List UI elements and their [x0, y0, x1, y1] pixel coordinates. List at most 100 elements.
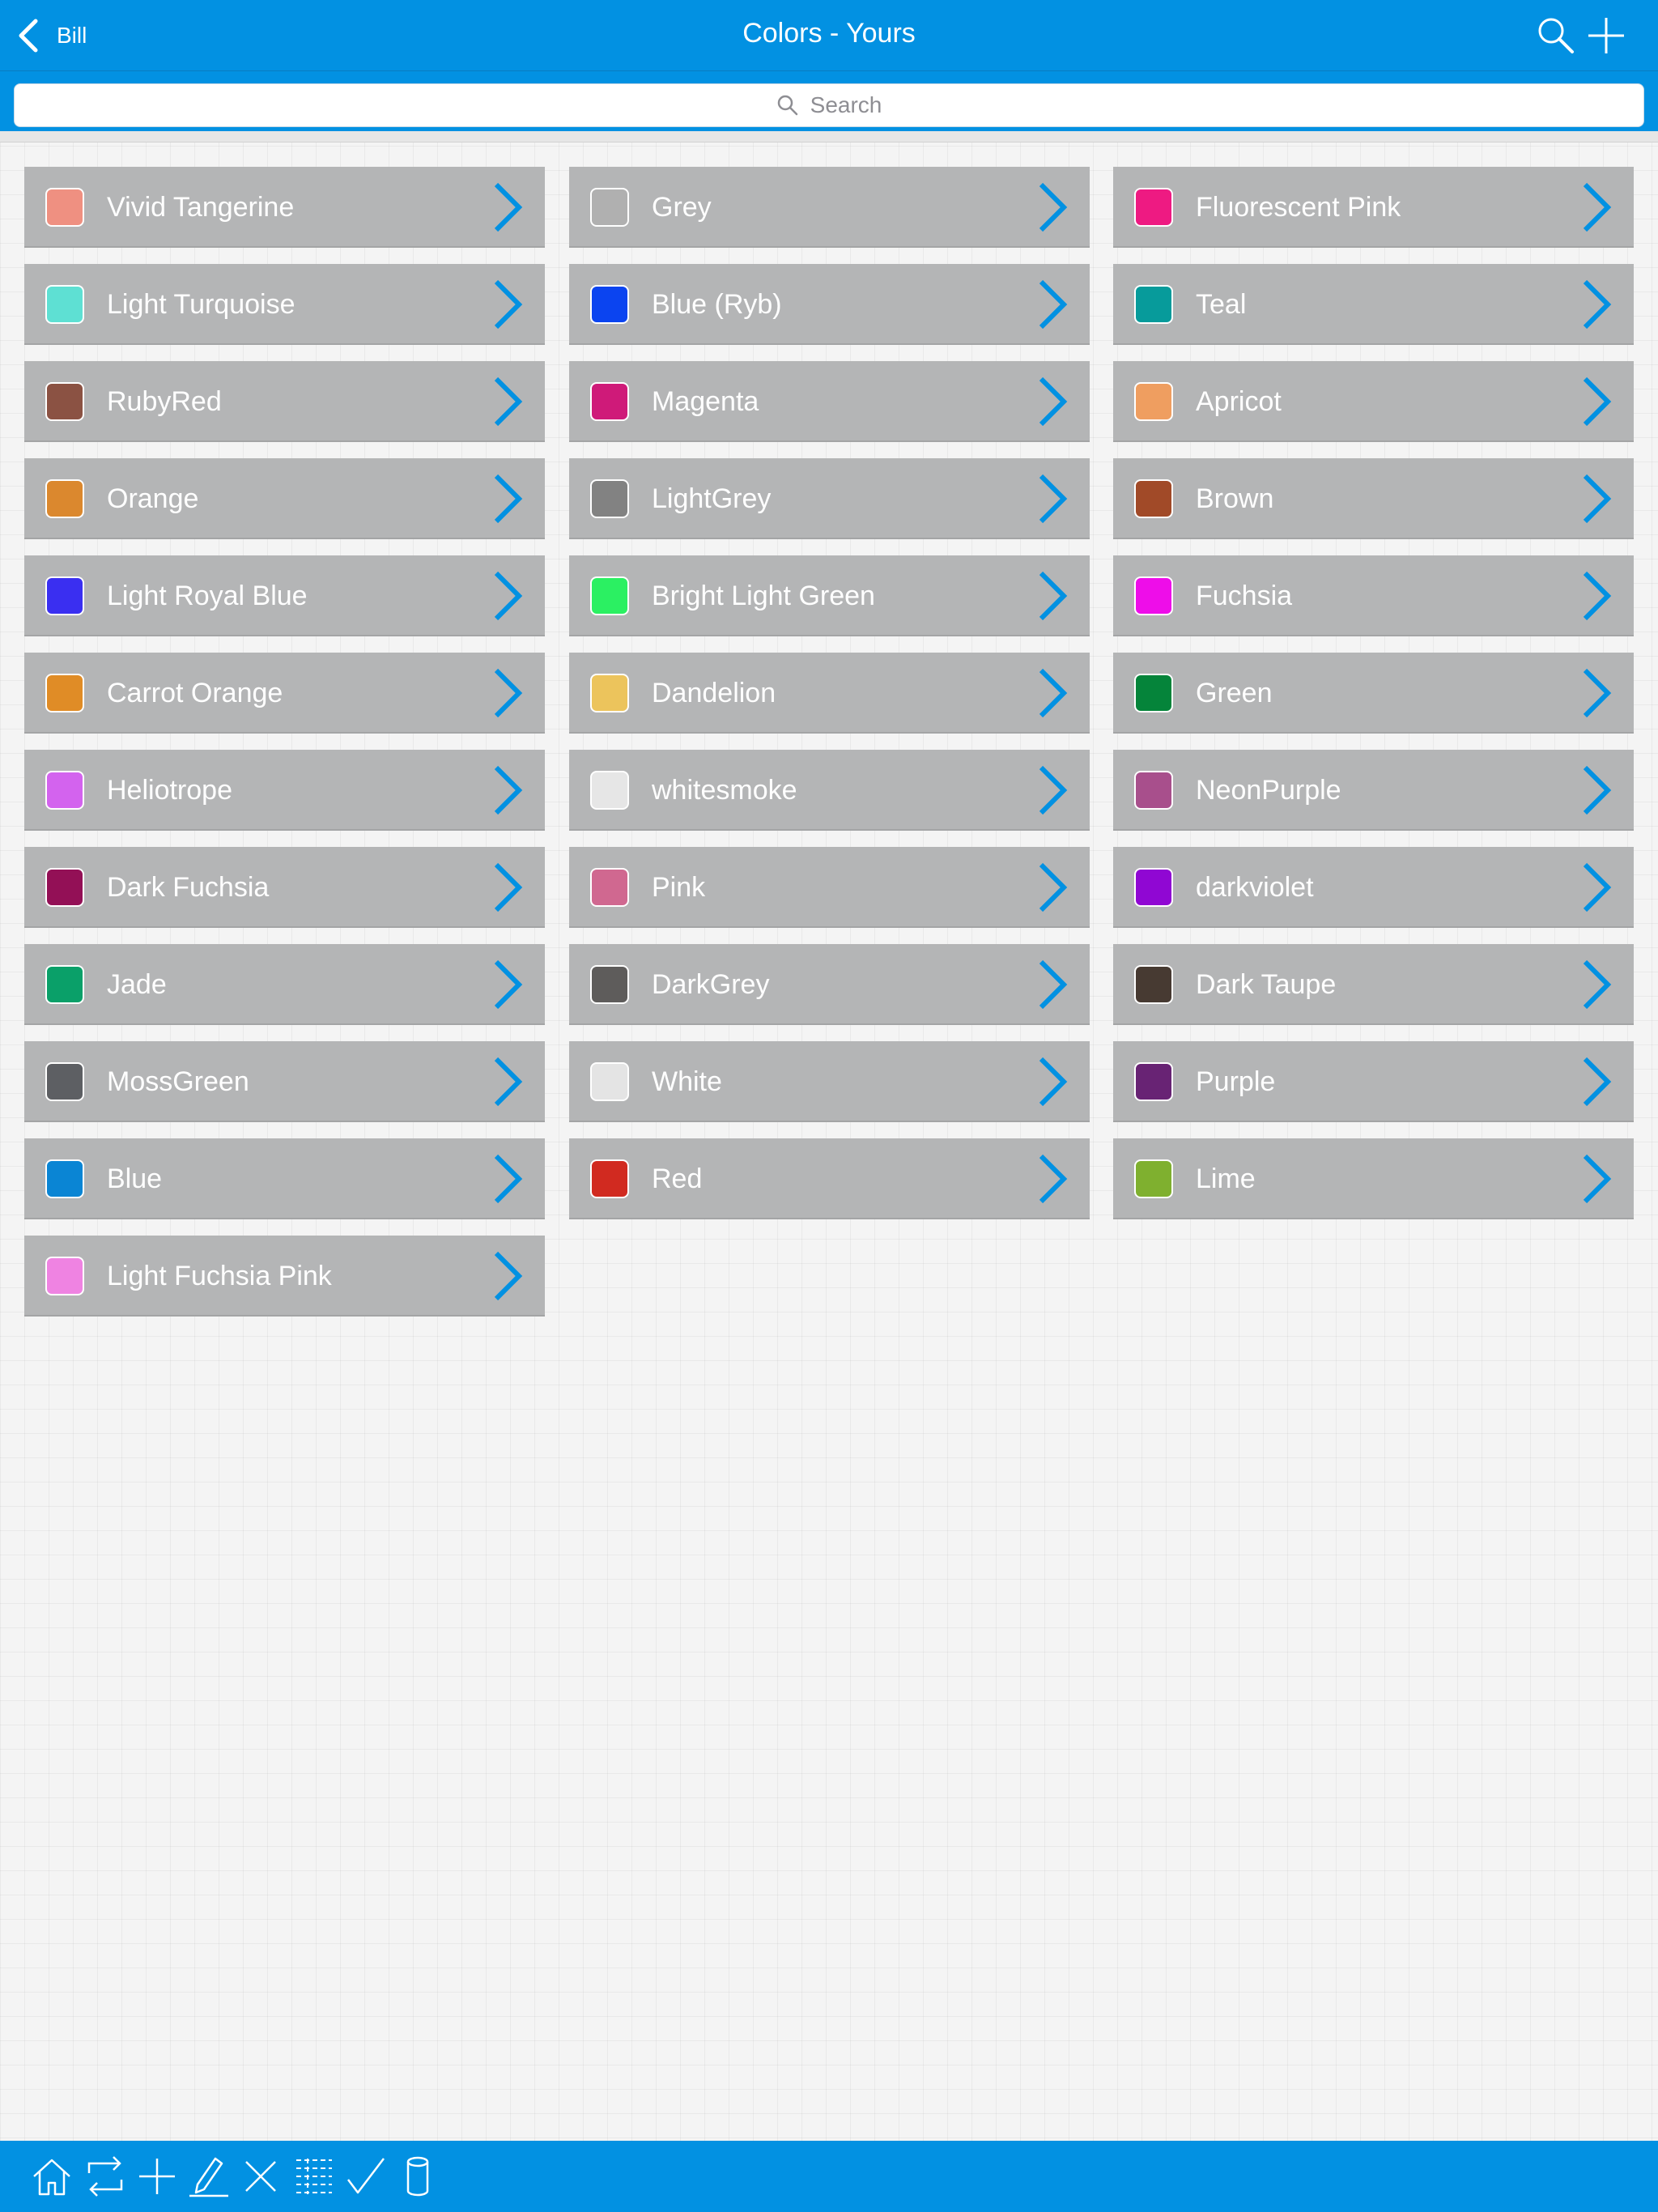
back-button[interactable]: Bill: [15, 13, 87, 58]
color-list-item[interactable]: Orange: [24, 458, 545, 539]
color-swatch: [1134, 1062, 1173, 1101]
color-name: Dark Taupe: [1196, 969, 1337, 1000]
chevron-right-icon: [494, 376, 523, 427]
color-swatch: [590, 576, 629, 615]
color-list-item[interactable]: Brown: [1113, 458, 1634, 539]
select-button[interactable]: [342, 2152, 390, 2201]
color-name: Light Royal Blue: [107, 581, 308, 611]
chevron-right-icon: [494, 862, 523, 912]
color-list-item[interactable]: Magenta: [569, 361, 1090, 442]
edit-button[interactable]: [185, 2152, 233, 2201]
color-swatch: [590, 188, 629, 227]
color-list-item[interactable]: Carrot Orange: [24, 653, 545, 734]
color-list-item[interactable]: Blue: [24, 1138, 545, 1219]
bottom-toolbar: [0, 2141, 1658, 2212]
chevron-right-icon: [1583, 1057, 1612, 1107]
color-swatch: [45, 771, 84, 810]
back-button-label: Bill: [57, 23, 87, 48]
chevron-right-icon: [1583, 474, 1612, 524]
chevron-right-icon: [494, 1251, 523, 1301]
chevron-right-icon: [1583, 279, 1612, 330]
color-swatch: [45, 1159, 84, 1198]
color-swatch: [1134, 868, 1173, 907]
color-list-item[interactable]: Jade: [24, 944, 545, 1025]
color-list-item[interactable]: darkviolet: [1113, 847, 1634, 928]
color-name: Light Turquoise: [107, 289, 295, 320]
color-list-item[interactable]: Apricot: [1113, 361, 1634, 442]
color-list-item[interactable]: Fuchsia: [1113, 555, 1634, 636]
color-list-item[interactable]: Green: [1113, 653, 1634, 734]
color-swatch: [1134, 771, 1173, 810]
color-name: Dark Fuchsia: [107, 872, 270, 903]
home-icon: [33, 2159, 70, 2196]
search-button[interactable]: [1533, 13, 1579, 58]
color-swatch: [1134, 576, 1173, 615]
color-list-item[interactable]: Bright Light Green: [569, 555, 1090, 636]
color-name: Red: [652, 1163, 703, 1194]
color-list-item[interactable]: Blue (Ryb): [569, 264, 1090, 345]
chevron-right-icon: [1039, 1057, 1068, 1107]
color-list-item[interactable]: whitesmoke: [569, 750, 1090, 831]
color-list-item[interactable]: MossGreen: [24, 1041, 545, 1122]
color-name: whitesmoke: [652, 775, 797, 806]
color-list-item[interactable]: Heliotrope: [24, 750, 545, 831]
sync-icon: [87, 2156, 123, 2197]
color-list-item[interactable]: Dark Taupe: [1113, 944, 1634, 1025]
color-list-item[interactable]: Light Fuchsia Pink: [24, 1236, 545, 1317]
color-name: Apricot: [1196, 386, 1282, 417]
search-bar-divider: [0, 131, 1658, 143]
chevron-right-icon: [1039, 1154, 1068, 1204]
database-icon: [406, 2156, 429, 2197]
chevron-right-icon: [494, 765, 523, 815]
color-name: Bright Light Green: [652, 581, 875, 611]
color-list-item[interactable]: Grey: [569, 167, 1090, 248]
color-list-item[interactable]: Pink: [569, 847, 1090, 928]
color-name: White: [652, 1066, 722, 1097]
color-list-item[interactable]: RubyRed: [24, 361, 545, 442]
color-list-item[interactable]: Teal: [1113, 264, 1634, 345]
color-list-item[interactable]: Dandelion: [569, 653, 1090, 734]
color-list-item[interactable]: NeonPurple: [1113, 750, 1634, 831]
color-name: Grey: [652, 192, 712, 223]
color-list-item[interactable]: Light Turquoise: [24, 264, 545, 345]
chevron-right-icon: [1039, 376, 1068, 427]
color-name: darkviolet: [1196, 872, 1314, 903]
chevron-right-icon: [1583, 668, 1612, 718]
color-swatch: [590, 868, 629, 907]
color-list-item[interactable]: DarkGrey: [569, 944, 1090, 1025]
color-swatch: [45, 188, 84, 227]
search-icon: [1538, 18, 1574, 53]
search-input[interactable]: Search: [14, 83, 1644, 127]
color-name: Magenta: [652, 386, 759, 417]
database-button[interactable]: [393, 2152, 442, 2201]
color-list-item[interactable]: LightGrey: [569, 458, 1090, 539]
list-button[interactable]: [290, 2152, 338, 2201]
color-swatch: [45, 1257, 84, 1295]
color-swatch: [1134, 285, 1173, 324]
chevron-right-icon: [494, 1154, 523, 1204]
color-swatch: [1134, 965, 1173, 1004]
delete-button[interactable]: [236, 2152, 285, 2201]
checkmark-icon: [347, 2158, 385, 2194]
color-list-item[interactable]: Vivid Tangerine: [24, 167, 545, 248]
sync-button[interactable]: [81, 2152, 130, 2201]
add-button[interactable]: [133, 2152, 181, 2201]
color-swatch: [1134, 188, 1173, 227]
color-list-item[interactable]: Fluorescent Pink: [1113, 167, 1634, 248]
color-list-item[interactable]: Dark Fuchsia: [24, 847, 545, 928]
home-button[interactable]: [28, 2152, 76, 2201]
color-list-item[interactable]: Purple: [1113, 1041, 1634, 1122]
chevron-right-icon: [1583, 1154, 1612, 1204]
color-list-item[interactable]: Red: [569, 1138, 1090, 1219]
color-list-item[interactable]: Lime: [1113, 1138, 1634, 1219]
color-list-item[interactable]: Light Royal Blue: [24, 555, 545, 636]
chevron-right-icon: [1039, 279, 1068, 330]
color-swatch: [590, 771, 629, 810]
chevron-right-icon: [1039, 862, 1068, 912]
search-icon: [777, 95, 797, 116]
color-swatch: [45, 868, 84, 907]
color-list-item[interactable]: White: [569, 1041, 1090, 1122]
add-color-button[interactable]: [1584, 13, 1629, 58]
color-name: Carrot Orange: [107, 678, 283, 708]
color-name: Fluorescent Pink: [1196, 192, 1401, 223]
